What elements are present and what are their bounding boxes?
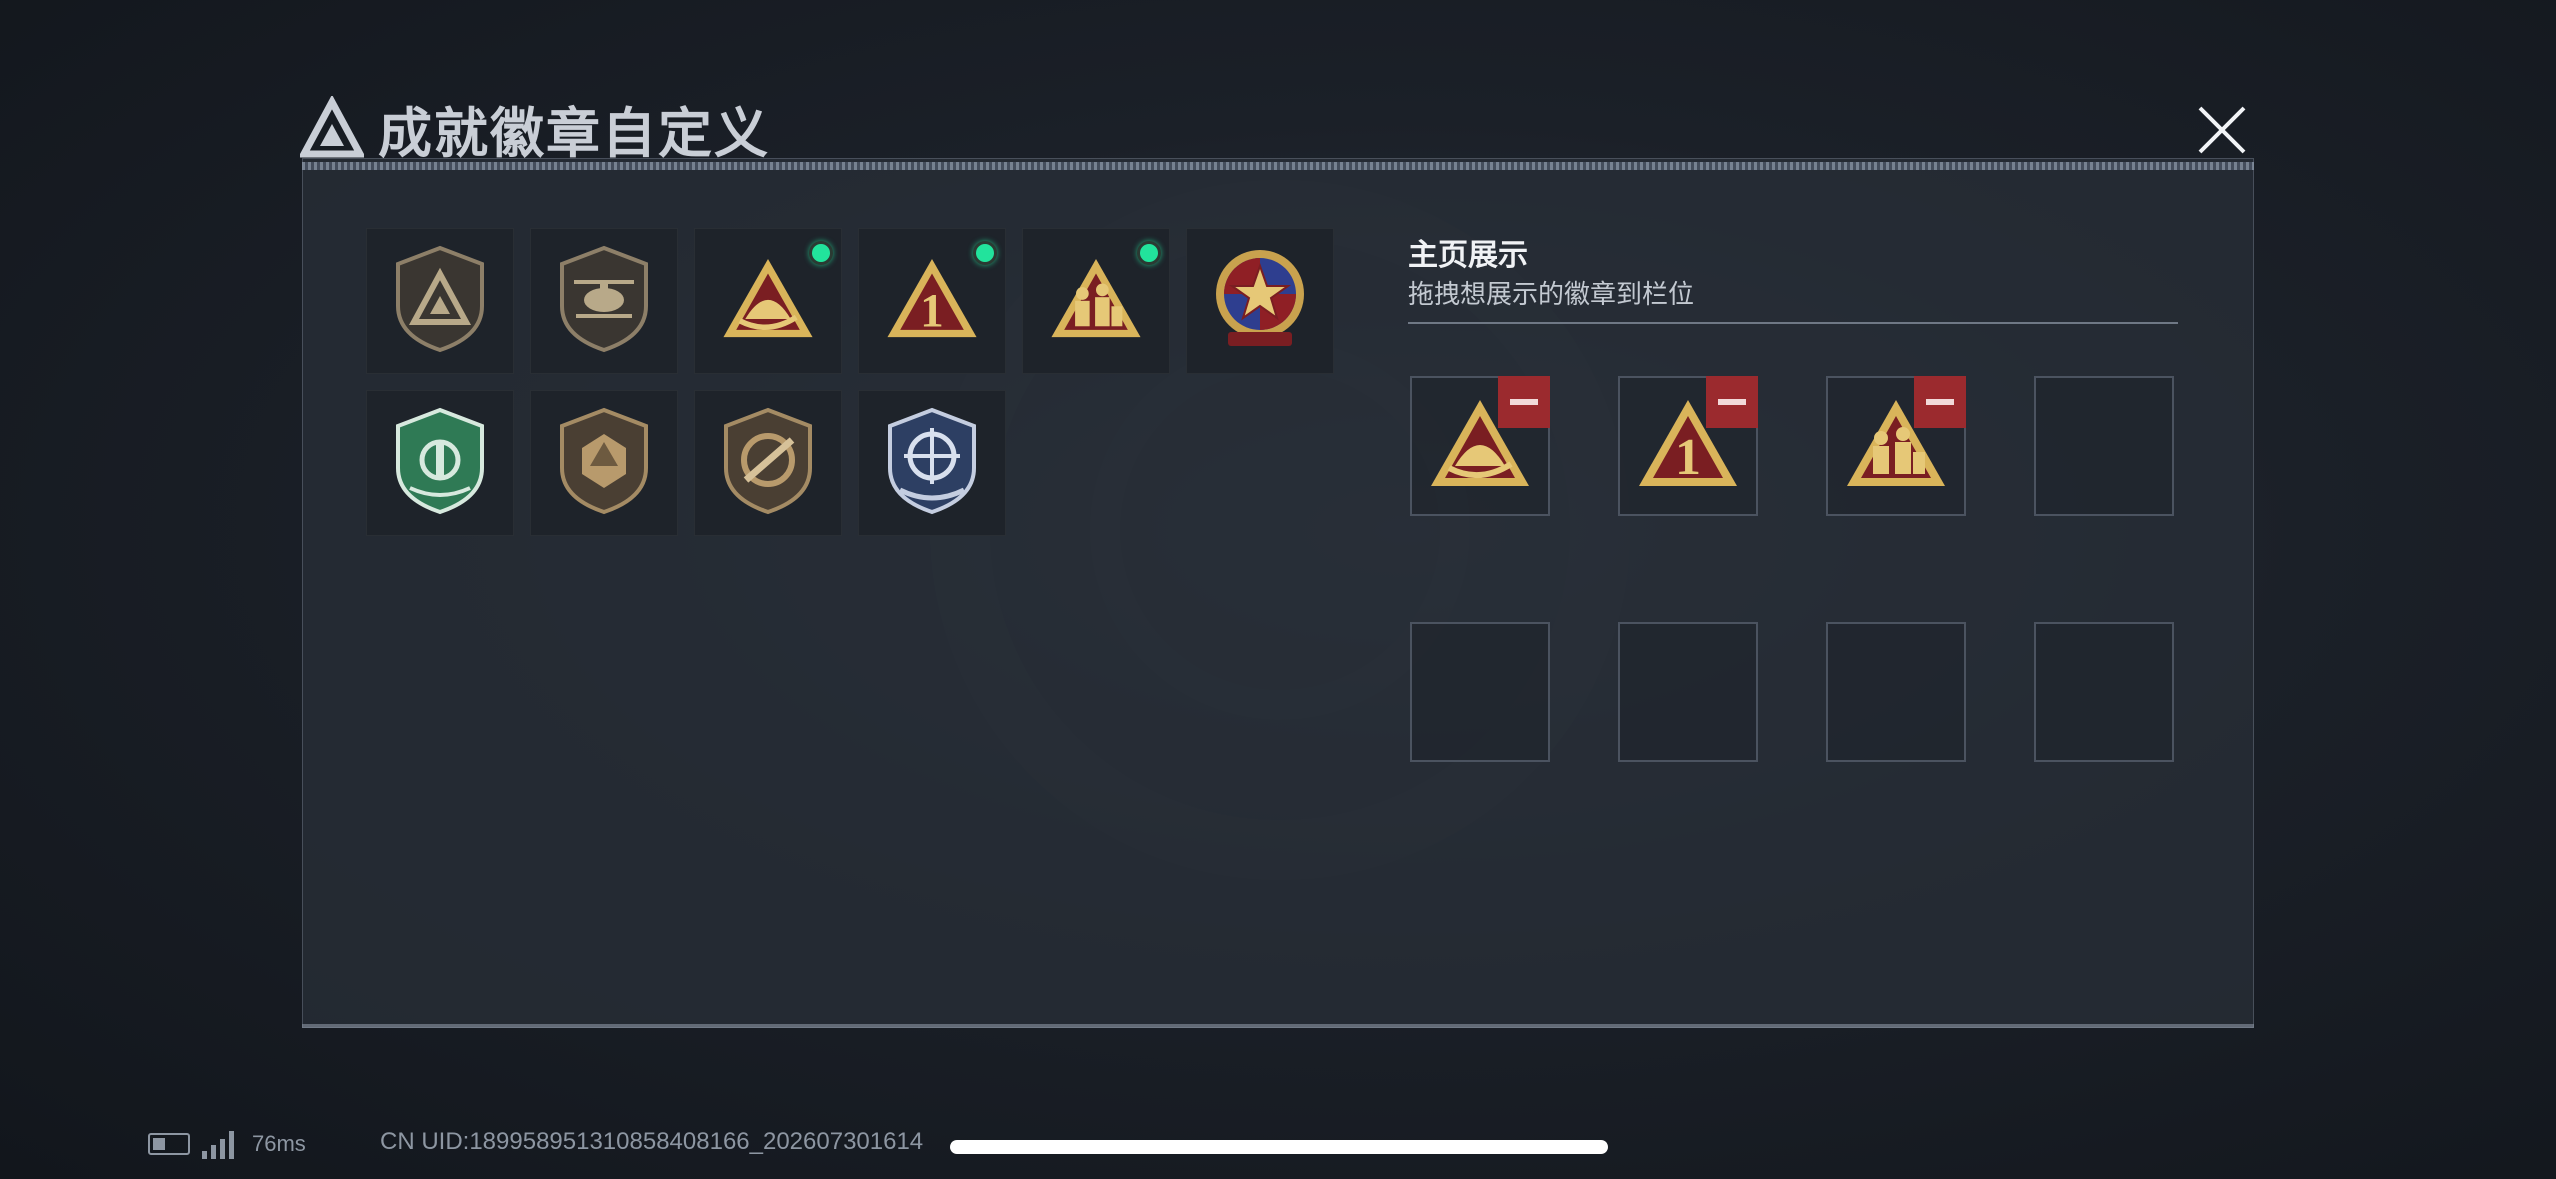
panel-bottom-divider — [302, 1024, 2254, 1028]
delta-logo-icon — [300, 96, 364, 158]
showcase-subtitle: 拖拽想展示的徽章到栏位 — [1408, 279, 1695, 309]
showcase-slot-empty[interactable] — [1826, 622, 1966, 762]
showcase-title: 主页展示 — [1408, 239, 1528, 272]
showcase-slot-filled[interactable] — [1410, 376, 1550, 516]
showcase-divider — [1408, 322, 2178, 324]
badge-item[interactable] — [530, 390, 678, 536]
badge-collection-grid: 1 — [366, 228, 1346, 536]
uid-text: CN UID:18995895131085840816​6_2026073016… — [380, 1128, 924, 1155]
badge-item[interactable] — [366, 228, 514, 374]
new-indicator-dot — [809, 241, 833, 265]
minus-icon — [1718, 399, 1746, 405]
helicopter-badge-icon — [554, 244, 654, 359]
star-medal-badge-icon — [1210, 244, 1310, 359]
showcase-slot-empty[interactable] — [1410, 622, 1550, 762]
green-shield-badge-icon — [390, 406, 490, 521]
remove-badge-button[interactable] — [1498, 376, 1550, 428]
showcase-slot-filled[interactable]: 1 — [1618, 376, 1758, 516]
signal-icon — [202, 1129, 234, 1159]
badge-item[interactable] — [858, 390, 1006, 536]
title-bar: 成就徽章自定义 — [300, 88, 770, 168]
showcase-slot-empty[interactable] — [2034, 376, 2174, 516]
remove-badge-button[interactable] — [1914, 376, 1966, 428]
number-one-triangle-badge-icon: 1 — [882, 244, 982, 359]
badge-item[interactable] — [1022, 228, 1170, 374]
close-icon[interactable] — [2192, 100, 2252, 160]
triangle-shield-badge-icon — [390, 244, 490, 359]
helmet-triangle-badge-icon — [718, 244, 818, 359]
d20-shield-badge-icon — [554, 406, 654, 521]
badge-item[interactable] — [694, 390, 842, 536]
rifle-shield-badge-icon — [718, 406, 818, 521]
remove-badge-button[interactable] — [1706, 376, 1758, 428]
badge-item[interactable] — [694, 228, 842, 374]
soldiers-triangle-badge-icon — [1046, 244, 1146, 359]
panel-top-divider — [302, 162, 2254, 170]
svg-text:1: 1 — [1675, 429, 1701, 486]
minus-icon — [1926, 399, 1954, 405]
showcase-slot-empty[interactable] — [1618, 622, 1758, 762]
page-title: 成就徽章自定义 — [378, 103, 770, 164]
new-indicator-dot — [973, 241, 997, 265]
badge-item[interactable] — [366, 390, 514, 536]
battery-icon — [148, 1133, 190, 1155]
device-status-bar: 76ms — [148, 1128, 306, 1160]
badge-item[interactable]: 1 — [858, 228, 1006, 374]
badge-item[interactable] — [1186, 228, 1334, 374]
showcase-slot-filled[interactable] — [1826, 376, 1966, 516]
badge-item[interactable] — [530, 228, 678, 374]
showcase-slot-empty[interactable] — [2034, 622, 2174, 762]
minus-icon — [1510, 399, 1538, 405]
home-indicator[interactable] — [950, 1140, 1608, 1154]
svg-text:1: 1 — [920, 285, 944, 337]
showcase-slots: 1 — [1410, 376, 2174, 762]
ping-value: 76ms — [252, 1131, 306, 1156]
new-indicator-dot — [1137, 241, 1161, 265]
crosshair-shield-badge-icon — [882, 406, 982, 521]
